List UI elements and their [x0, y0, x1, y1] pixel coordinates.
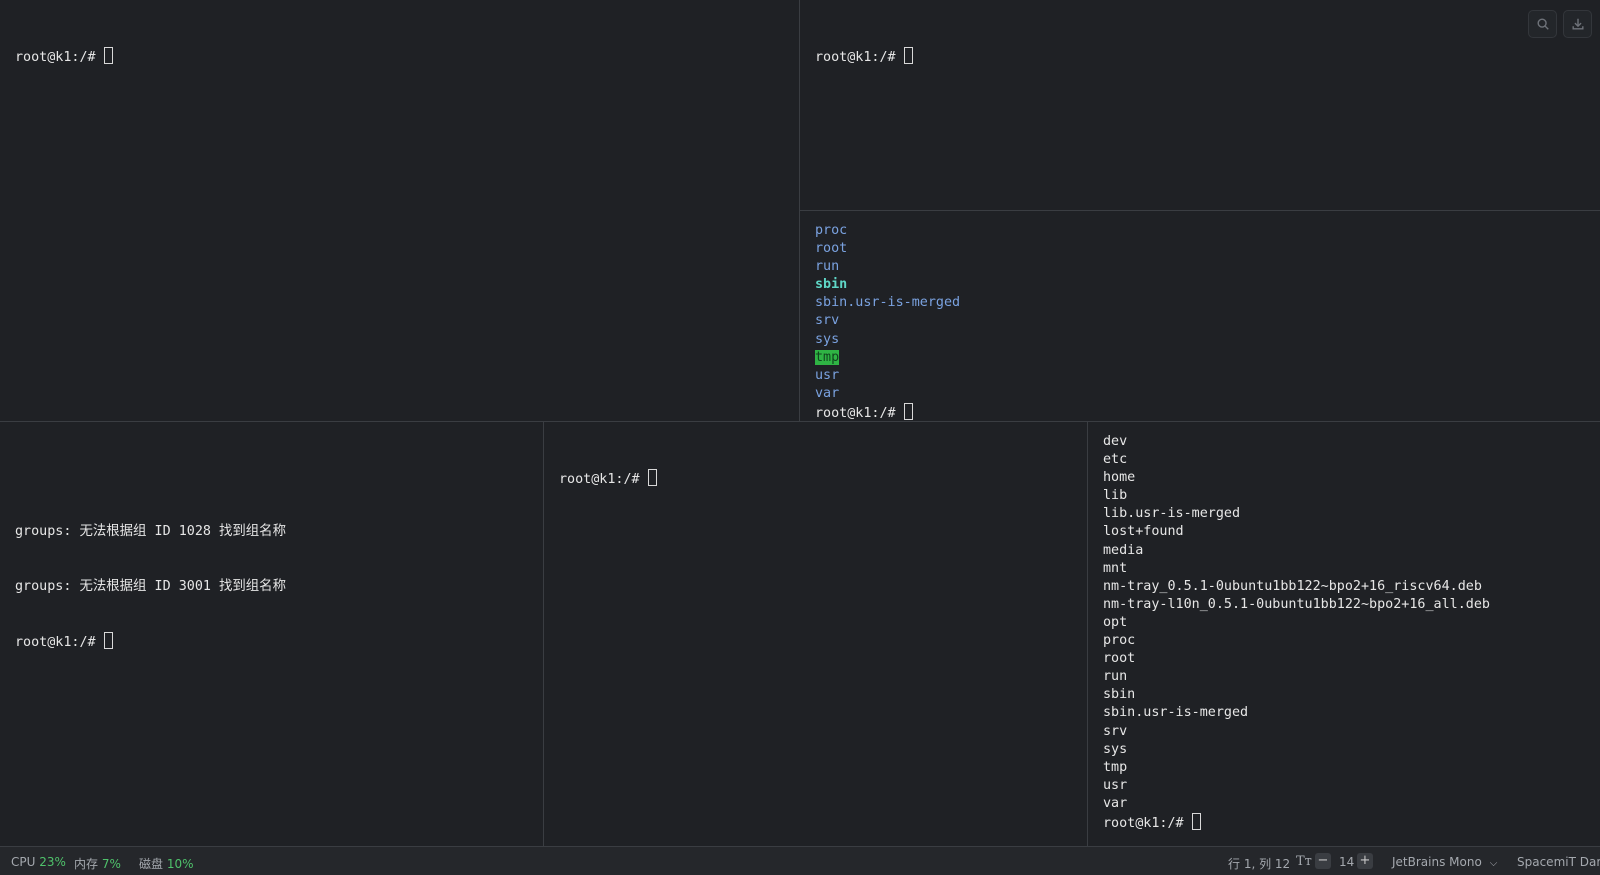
- listing-entry: etc: [1103, 452, 1128, 468]
- font-name: JetBrains Mono: [1392, 855, 1482, 869]
- cursor: [1191, 812, 1201, 830]
- download-icon: [1571, 18, 1584, 30]
- font-size-value: 14: [1339, 855, 1355, 869]
- status-bar: CPU 23% 内存 7% 磁盘 10% 行 1, 列 12 Tт − 14 +…: [0, 846, 1600, 875]
- terminal-output: root@k1:/#: [15, 11, 113, 101]
- output-line: groups: 无法根据组 ID 1028 找到组名称: [15, 524, 286, 540]
- prompt: root@k1:/#: [815, 405, 896, 421]
- listing-entry: nm-tray-l10n_0.5.1-0ubuntu1bb122~bpo2+16…: [1103, 596, 1490, 612]
- directory-entry: tmp: [815, 349, 840, 365]
- listing-entry: run: [1103, 669, 1128, 685]
- listing-entry: opt: [1103, 614, 1128, 630]
- listing-entry: sbin: [1103, 687, 1136, 703]
- cursor: [103, 47, 113, 65]
- listing-entry: home: [1103, 470, 1136, 486]
- listing-entry: sbin.usr-is-merged: [1103, 705, 1249, 721]
- directory-entry: usr: [815, 367, 840, 383]
- terminal-pane-bottom-right[interactable]: dev etc home lib lib.usr-is-merged lost+found…: [1088, 422, 1600, 846]
- terminal-pane-top-right-upper[interactable]: root@k1:/#: [800, 0, 1600, 211]
- cursor: [103, 632, 113, 650]
- theme-select[interactable]: SpacemiT Dark: [1517, 855, 1600, 869]
- cursor: [647, 469, 657, 487]
- prompt: root@k1:/#: [815, 50, 896, 66]
- chevron-down-icon: ⌵: [1489, 858, 1498, 869]
- directory-entry: run: [815, 259, 840, 275]
- directory-entry: srv: [815, 313, 840, 329]
- disk-usage: 磁盘 10%: [139, 855, 194, 872]
- disk-value: 10%: [166, 857, 194, 871]
- directory-entry: proc: [815, 223, 848, 238]
- terminal-pane-bottom-middle[interactable]: root@k1:/#: [544, 422, 1088, 846]
- cursor-position[interactable]: 行 1, 列 12: [1228, 855, 1290, 872]
- memory-usage: 内存 7%: [74, 855, 121, 872]
- listing-entry: var: [1103, 795, 1128, 811]
- listing-entry: srv: [1103, 723, 1128, 739]
- listing-entry: proc: [1103, 633, 1136, 649]
- terminal-pane-top-left[interactable]: root@k1:/#: [0, 0, 800, 422]
- cursor: [903, 47, 913, 65]
- prompt: root@k1:/#: [559, 472, 640, 488]
- listing-entry: lib: [1103, 488, 1128, 504]
- listing-entry: dev: [1103, 434, 1128, 449]
- terminal-pane-top-right-lower[interactable]: proc root run sbin sbin.usr-is-merged srv sys t…: [800, 211, 1600, 422]
- output-line: groups: 无法根据组 ID 3001 找到组名称: [15, 578, 286, 594]
- listing-entry: media: [1103, 542, 1144, 558]
- listing-entry: tmp: [1103, 759, 1128, 775]
- directory-entry: sys: [815, 331, 840, 347]
- memory-label: 内存: [74, 857, 99, 871]
- listing-entry: usr: [1103, 777, 1128, 793]
- prompt: root@k1:/#: [15, 50, 96, 66]
- prompt: root@k1:/#: [15, 635, 96, 651]
- directory-entry: var: [815, 385, 840, 401]
- listing-entry: nm-tray_0.5.1-0ubuntu1bb122~bpo2+16_risc…: [1103, 578, 1482, 594]
- listing-entry: lib.usr-is-merged: [1103, 506, 1241, 522]
- terminal-output: groups: 无法根据组 ID 1028 找到组名称 groups: 无法根据…: [15, 433, 286, 686]
- cursor: [903, 402, 913, 420]
- terminal-output: root@k1:/#: [559, 433, 657, 523]
- cpu-label: CPU: [11, 855, 36, 869]
- terminal-output: root@k1:/#: [815, 11, 913, 101]
- directory-entry: sbin: [815, 277, 848, 293]
- listing-entry: root: [1103, 651, 1136, 667]
- prompt: root@k1:/#: [1103, 815, 1184, 831]
- cpu-value: 23%: [39, 855, 66, 869]
- font-size-icon: Tт: [1296, 854, 1312, 869]
- memory-value: 7%: [101, 857, 121, 871]
- search-icon: [1536, 18, 1549, 30]
- directory-entry: sbin.usr-is-merged: [815, 295, 961, 311]
- disk-label: 磁盘: [139, 857, 164, 871]
- listing-entry: mnt: [1103, 560, 1128, 576]
- search-button[interactable]: [1528, 10, 1557, 38]
- download-button[interactable]: [1563, 10, 1592, 38]
- listing-entry: lost+found: [1103, 524, 1184, 540]
- directory-entry: root: [815, 241, 848, 257]
- terminal-output: proc root run sbin sbin.usr-is-merged srv sys t…: [815, 222, 960, 421]
- terminal-pane-bottom-left[interactable]: groups: 无法根据组 ID 1028 找到组名称 groups: 无法根据…: [0, 422, 544, 846]
- font-decrease-button[interactable]: −: [1315, 853, 1331, 869]
- font-increase-button[interactable]: +: [1357, 853, 1373, 869]
- terminal-output: dev etc home lib lib.usr-is-merged lost+found…: [1103, 433, 1490, 831]
- cpu-usage: CPU 23%: [11, 855, 66, 869]
- font-select[interactable]: JetBrains Mono ⌵: [1392, 855, 1497, 869]
- listing-entry: sys: [1103, 741, 1128, 757]
